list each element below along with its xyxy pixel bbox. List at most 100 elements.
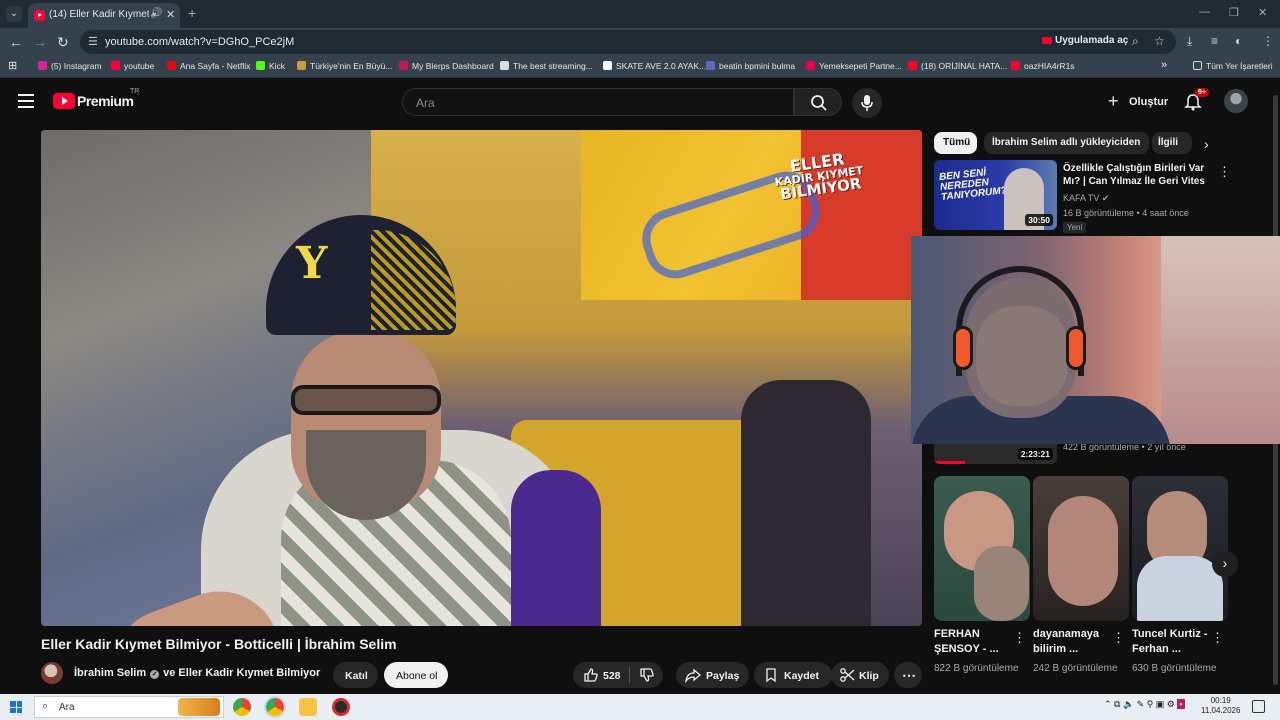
short-options-icon[interactable]: ⋮ — [1211, 630, 1224, 646]
like-count[interactable]: 528 — [603, 670, 621, 682]
system-tray[interactable]: ⌃ ⧉ 🔈 ✎ ⚲ ▣ ⚙ ▪ — [1104, 699, 1185, 710]
chrome-profile-icon[interactable] — [264, 696, 286, 718]
short-thumbnail[interactable] — [1033, 476, 1129, 621]
recommended-video-title[interactable]: Özellikle Çalıştığın Birileri Var Mı? | … — [1063, 162, 1208, 188]
notification-count-badge: 9+ — [1195, 88, 1209, 97]
bookmark-favicon-icon — [706, 61, 715, 70]
bookmark-item[interactable]: youtube — [111, 61, 154, 71]
close-tab-icon[interactable]: ✕ — [166, 8, 175, 21]
minimize-window-icon[interactable]: — — [1199, 6, 1210, 18]
channel-name[interactable]: İbrahim Selim ✓ ve Eller Kadir Kıymet Bilm… — [74, 667, 320, 679]
guide-menu-icon[interactable] — [18, 94, 34, 108]
short-title[interactable]: FERHAN ŞENSOY - ... — [934, 627, 1014, 657]
channel-avatar[interactable] — [41, 662, 63, 684]
more-bookmarks-icon[interactable]: » — [1161, 59, 1167, 71]
windows-start-icon[interactable] — [10, 701, 22, 713]
short-title[interactable]: dayanamaya bilirim ... — [1033, 627, 1113, 657]
taskbar-clock[interactable]: 00:19 11.04.2026 — [1201, 696, 1240, 716]
create-button[interactable]: + Oluştur — [1100, 88, 1176, 116]
account-avatar[interactable] — [1224, 89, 1248, 113]
bookmark-star-icon[interactable]: ☆ — [1154, 34, 1165, 48]
thumbs-down-icon[interactable] — [639, 667, 655, 683]
notification-center-icon[interactable] — [1252, 700, 1265, 713]
apps-grid-icon[interactable]: ⊞ — [8, 59, 17, 72]
bookmark-favicon-icon — [256, 61, 265, 70]
browser-menu-icon[interactable]: ⋮ — [1262, 34, 1274, 48]
search-highlight-icon[interactable] — [178, 698, 220, 716]
youtube-premium-logo[interactable]: Premium TR — [53, 88, 139, 111]
bookmark-item[interactable]: oazHIA4rR1s — [1011, 61, 1075, 71]
tray-app-icon[interactable]: ▪ — [1177, 699, 1185, 709]
short-options-icon[interactable]: ⋮ — [1013, 630, 1026, 646]
tab-search-button[interactable]: ⌄ — [6, 6, 22, 22]
shorts-next-chevron-icon[interactable]: › — [1212, 551, 1238, 577]
thumbs-up-icon[interactable] — [583, 667, 599, 683]
media-control-icon[interactable]: ≡ — [1211, 34, 1218, 48]
short-thumbnail[interactable] — [934, 476, 1030, 621]
reload-icon[interactable]: ↻ — [57, 34, 69, 51]
all-bookmarks-folder[interactable]: Tüm Yer İşaretleri — [1193, 61, 1273, 71]
downloads-icon[interactable]: ⤓ — [1187, 34, 1192, 49]
browser-tab-active[interactable]: (14) Eller Kadir Kıymet Bilm... 🔊 ✕ — [28, 3, 180, 28]
short-views: 630 B görüntüleme — [1132, 663, 1217, 674]
audio-playing-icon[interactable]: 🔊 — [150, 8, 162, 19]
video-options-icon[interactable]: ⋮ — [1218, 164, 1231, 180]
recommended-video-meta: 16 B görüntüleme • 4 saat önce — [1063, 208, 1189, 218]
close-window-icon[interactable]: ✕ — [1258, 6, 1267, 19]
video-title: Eller Kadir Kıymet Bilmiyor - Botticelli… — [41, 636, 397, 652]
forward-icon[interactable]: → — [33, 34, 47, 50]
video-frame-cap-mesh — [371, 230, 456, 330]
search-button[interactable] — [794, 88, 842, 116]
address-bar[interactable]: ☰ youtube.com/watch?v=DGhO_PCe2jM Uygula… — [80, 30, 1176, 54]
save-button[interactable]: Kaydet — [754, 662, 832, 688]
short-thumbnail[interactable] — [1132, 476, 1228, 621]
recommended-video[interactable]: BEN SENİ NEREDEN TANIYORUM? 30:50 Özelli… — [934, 160, 1234, 235]
subscribe-button[interactable]: Abone ol — [384, 662, 448, 688]
back-icon[interactable]: ← — [9, 34, 23, 50]
bookmark-item[interactable]: Kick — [256, 61, 285, 71]
short-options-icon[interactable]: ⋮ — [1112, 630, 1125, 646]
bookmark-item[interactable]: (5) Instagram — [38, 61, 102, 71]
bookmark-item[interactable]: beatin bpmini bulma — [706, 61, 795, 71]
video-player[interactable]: Y ELLER KADİR KIYMET BİLMİYOR — [41, 130, 922, 626]
site-info-icon[interactable]: ☰ — [88, 35, 98, 48]
chip-from-uploader[interactable]: İbrahim Selim adlı yükleyiciden — [984, 132, 1149, 154]
video-thumbnail[interactable]: BEN SENİ NEREDEN TANIYORUM? 30:50 — [934, 160, 1057, 230]
url-text[interactable]: youtube.com/watch?v=DGhO_PCe2jM — [105, 36, 294, 48]
bookmark-item[interactable]: My Blerps Dashboard — [399, 61, 494, 71]
verified-icon: ✓ — [150, 670, 160, 679]
bookmark-item[interactable]: Ana Sayfa - Netflix — [167, 61, 250, 71]
bookmark-item[interactable]: Yemeksepeti Partne... — [806, 61, 902, 71]
join-button[interactable]: Katıl — [333, 662, 378, 688]
notifications-button[interactable]: 9+ — [1184, 88, 1209, 114]
video-thumbnail[interactable]: 2:23:21 — [934, 444, 1057, 464]
bookmark-favicon-icon — [399, 61, 408, 70]
bookmark-icon — [766, 668, 776, 683]
voice-search-button[interactable] — [852, 88, 882, 118]
chips-next-chevron-icon[interactable]: › — [1204, 136, 1209, 152]
zoom-icon[interactable]: ⌕ — [1132, 34, 1139, 49]
clip-button[interactable]: Klip — [831, 662, 889, 688]
file-explorer-icon[interactable] — [299, 698, 317, 716]
new-tab-button[interactable]: + — [188, 5, 196, 21]
bookmark-item[interactable]: Türkiye'nin En Büyü... — [297, 61, 392, 71]
chip-related[interactable]: İlgili — [1152, 132, 1192, 154]
bookmark-item[interactable]: The best streaming... — [500, 61, 593, 71]
profile-icon[interactable]: ◐ — [1235, 34, 1242, 48]
obs-icon[interactable] — [332, 698, 350, 716]
open-in-app-button[interactable]: Uygulamada aç — [1042, 35, 1128, 46]
chip-all[interactable]: Tümü — [934, 132, 977, 154]
maximize-window-icon[interactable]: ❐ — [1229, 6, 1239, 19]
share-button[interactable]: Paylaş — [676, 662, 749, 688]
search-input[interactable]: Ara — [402, 88, 794, 116]
short-title[interactable]: Tuncel Kurtiz - Ferhan ... — [1132, 627, 1212, 657]
headset-icon — [956, 266, 1084, 376]
watch-progress-bar — [934, 461, 965, 464]
bookmark-item[interactable]: SKATE AVE 2.0 AYAK... — [603, 61, 706, 71]
chrome-icon[interactable] — [233, 698, 251, 716]
more-actions-button[interactable]: ⋯ — [894, 662, 922, 688]
recommended-video-channel[interactable]: KAFA TV ✔ — [1063, 193, 1109, 204]
microphone-icon — [861, 95, 873, 111]
youtube-app-icon — [1042, 36, 1052, 44]
bookmark-item[interactable]: (18) ORİJİNAL HATA... — [908, 61, 1007, 71]
